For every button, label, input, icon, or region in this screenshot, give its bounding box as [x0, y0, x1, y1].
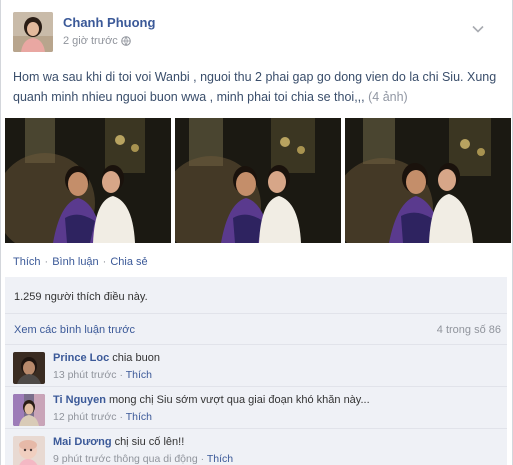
feed-story: Chanh Phuong 2 giờ trước Hom wa sau khi …	[0, 0, 513, 465]
comment-item: Mai Dương chị siu cố lên!! 9 phút trước t…	[5, 429, 507, 465]
separator: ·	[119, 369, 123, 381]
photo-thumbnail[interactable]	[5, 118, 171, 243]
author-name-link[interactable]: Chanh Phuong	[63, 15, 155, 30]
comment-like-link[interactable]: Thích	[126, 369, 152, 381]
commenter-name-link[interactable]: Mai Dương	[53, 436, 112, 448]
share-link[interactable]: Chia sẻ	[110, 256, 147, 268]
separator: ·	[200, 453, 205, 465]
author-avatar[interactable]	[13, 12, 53, 52]
comment-time[interactable]: 9 phút trước thông qua di động	[53, 453, 198, 465]
comment-link[interactable]: Bình luận	[52, 256, 98, 268]
comment-meta: 12 phút trước · Thích	[53, 411, 152, 423]
comment-body: Mai Dương chị siu cố lên!!	[53, 436, 184, 448]
comment-text: chia buon	[112, 352, 160, 364]
separator: ·	[44, 256, 49, 268]
comment-time[interactable]: 12 phút trước	[53, 411, 117, 423]
separator: ·	[119, 411, 123, 423]
comment-meta: 9 phút trước thông qua di động · Thích	[53, 453, 233, 465]
view-previous-row: Xem các bình luận trước 4 trong số 86	[5, 314, 507, 345]
commenter-name-link[interactable]: Ti Nguyen	[53, 394, 106, 406]
comment-body: Ti Nguyen mong chị Siu sớm vượt qua giai …	[53, 394, 370, 406]
view-previous-comments-link[interactable]: Xem các bình luận trước	[14, 324, 135, 336]
status-message: Hom wa sau khi di toi voi Wanbi , nguoi …	[13, 67, 503, 107]
photo-thumbnail[interactable]	[175, 118, 341, 243]
comments-section: 1.259 người thích điều này. Xem các bình…	[5, 277, 507, 465]
likes-row: 1.259 người thích điều này.	[5, 277, 507, 314]
globe-icon[interactable]	[121, 36, 131, 46]
photo-thumbnail[interactable]	[345, 118, 511, 243]
comment-like-link[interactable]: Thích	[126, 411, 152, 423]
story-actions: Thích · Bình luận · Chia sẻ	[13, 256, 148, 268]
status-text: Hom wa sau khi di toi voi Wanbi , nguoi …	[13, 70, 497, 104]
comment-time[interactable]: 13 phút trước	[53, 369, 117, 381]
commenter-avatar[interactable]	[13, 394, 45, 426]
like-link[interactable]: Thích	[13, 256, 41, 268]
comment-text: mong chị Siu sớm vượt qua giai đoạn khó …	[108, 394, 370, 406]
comment-item: Ti Nguyen mong chị Siu sớm vượt qua giai …	[5, 387, 507, 429]
chevron-down-icon[interactable]	[471, 22, 485, 36]
photo-count-link[interactable]: (4 ảnh)	[368, 90, 408, 104]
separator: ·	[102, 256, 107, 268]
likes-summary[interactable]: 1.259 người thích điều này.	[14, 291, 148, 303]
commenter-avatar[interactable]	[13, 352, 45, 384]
comment-meta: 13 phút trước · Thích	[53, 369, 152, 381]
comment-like-link[interactable]: Thích	[207, 453, 233, 465]
comment-text: chị siu cố lên!!	[114, 436, 185, 448]
comment-body: Prince Loc chia buon	[53, 352, 160, 364]
commenter-name-link[interactable]: Prince Loc	[53, 352, 109, 364]
comment-item: Prince Loc chia buon 13 phút trước · Thíc…	[5, 345, 507, 387]
timestamp-link[interactable]: 2 giờ trước	[63, 35, 118, 47]
story-meta: 2 giờ trước	[63, 35, 131, 47]
commenter-avatar[interactable]	[13, 436, 45, 465]
photo-grid	[5, 118, 511, 243]
comment-count: 4 trong số 86	[436, 324, 501, 336]
story-header: Chanh Phuong 2 giờ trước	[13, 12, 493, 52]
